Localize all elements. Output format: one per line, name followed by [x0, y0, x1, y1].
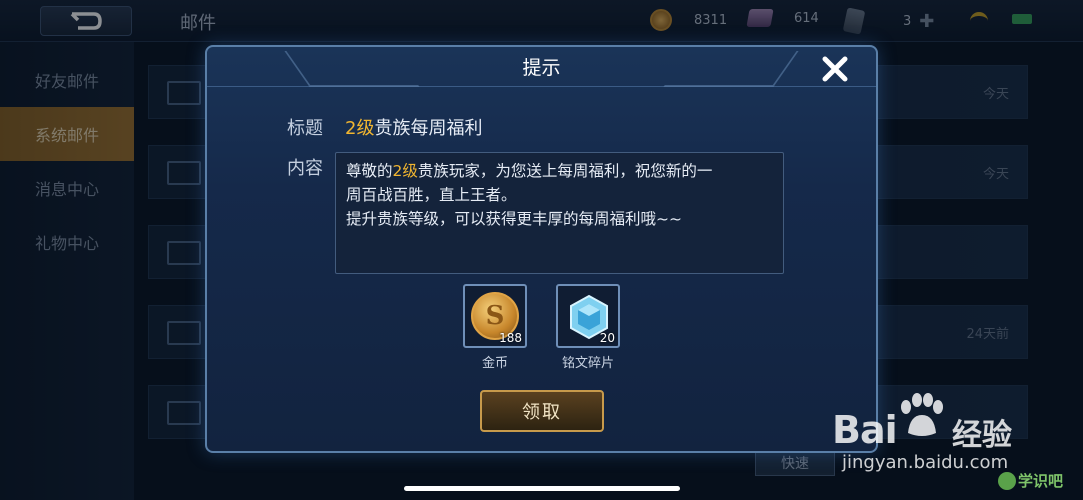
book-icon — [998, 472, 1016, 490]
reward-name: 铭文碎片 — [561, 356, 614, 371]
content-line3: 提升贵族等级，可以获得更丰厚的每周福利哦~~ — [346, 210, 682, 228]
mail-subject: 2级贵族每周福利 — [345, 114, 482, 140]
close-button[interactable] — [817, 51, 853, 87]
content-line2: 周百战百胜，直上王者。 — [346, 186, 517, 204]
claim-button[interactable]: 领取 — [480, 390, 604, 432]
subject-level: 2级 — [345, 118, 375, 139]
dialog-header: 提示 — [207, 47, 876, 87]
content-line: 尊敬的2级贵族玩家，为您送上每周福利，祝您新的一 — [346, 159, 773, 183]
baidu-watermark: Bai — [832, 408, 898, 452]
baidu-paw-icon — [901, 393, 943, 436]
content-prefix: 尊敬的 — [346, 162, 393, 180]
content-line1: 贵族玩家，为您送上每周福利，祝您新的一 — [417, 162, 713, 180]
mail-dialog: 提示 标题 2级贵族每周福利 内容 尊敬的2级贵族玩家，为您送上每周福利，祝您新… — [205, 45, 878, 453]
reward-count: 188 — [499, 331, 522, 345]
reward-name: 金币 — [481, 356, 508, 371]
reward-count: 20 — [599, 331, 615, 345]
reward-slot: 20 — [556, 284, 620, 348]
reward-item-inscription[interactable]: 20 铭文碎片 — [556, 284, 620, 371]
subject-text: 贵族每周福利 — [374, 118, 483, 139]
dialog-title: 提示 — [522, 57, 561, 79]
xueshiba-watermark: 学识吧 — [1018, 472, 1064, 490]
content-level: 2级 — [392, 162, 418, 180]
reward-slot: S 188 — [463, 284, 527, 348]
subject-label: 标题 — [287, 118, 323, 139]
watermark-url: jingyan.baidu.com — [842, 452, 1009, 473]
mail-content: 尊敬的2级贵族玩家，为您送上每周福利，祝您新的一 周百战百胜，直上王者。 提升贵… — [335, 152, 784, 274]
home-indicator[interactable] — [404, 486, 680, 491]
jingyan-watermark: 经验 — [952, 418, 1012, 453]
reward-item-gold[interactable]: S 188 金币 — [463, 284, 527, 371]
content-label: 内容 — [287, 158, 323, 179]
close-icon — [822, 56, 848, 82]
